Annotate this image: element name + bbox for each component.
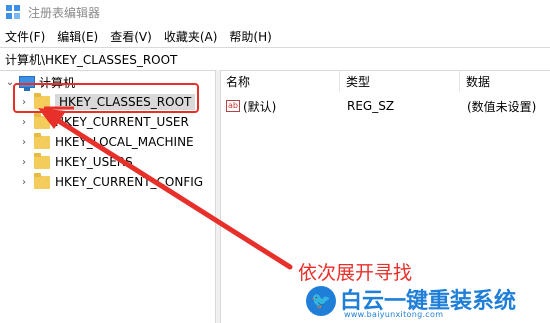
folder-icon (34, 152, 50, 169)
chevron-right-icon[interactable]: › (18, 136, 30, 148)
column-header-data[interactable]: 数据 (460, 70, 550, 92)
address-bar[interactable]: 计算机\HKEY_CLASSES_ROOT (0, 47, 550, 71)
value-name: (默认) (243, 99, 277, 114)
chevron-right-icon[interactable]: › (18, 176, 30, 188)
menu-file[interactable]: 文件(F) (0, 28, 51, 45)
highlight-box (13, 83, 199, 113)
tree-node-hkey-local-machine[interactable]: › HKEY_LOCAL_MACHINE (18, 132, 194, 152)
tree-node-label: HKEY_LOCAL_MACHINE (55, 135, 194, 149)
address-path: 计算机\HKEY_CLASSES_ROOT (5, 53, 178, 67)
tree-node-label: HKEY_CURRENT_CONFIG (55, 175, 204, 189)
value-type: REG_SZ (347, 99, 395, 113)
bird-logo-icon: 🐦 (306, 286, 336, 316)
menu-favorites[interactable]: 收藏夹(A) (158, 28, 224, 45)
value-data: (数值未设置) (467, 99, 537, 114)
chevron-right-icon[interactable]: › (18, 116, 30, 128)
menu-view[interactable]: 查看(V) (104, 28, 158, 45)
folder-icon (34, 132, 50, 149)
value-row-data[interactable]: (数值未设置) (467, 96, 536, 116)
value-row-type[interactable]: REG_SZ (347, 96, 394, 116)
column-header-type[interactable]: 类型 (340, 70, 460, 92)
column-header-label: 数据 (466, 74, 491, 89)
string-value-icon: ab (226, 100, 240, 112)
tree-node-label: HKEY_CURRENT_USER (55, 115, 189, 129)
regedit-app-icon (6, 5, 20, 19)
value-row-name[interactable]: ab (默认) (226, 96, 276, 116)
column-header-name[interactable]: 名称 (220, 70, 340, 92)
menu-edit[interactable]: 编辑(E) (51, 28, 104, 45)
watermark-logo: 🐦 白云一键重装系统 www.baiyunxitong.com (300, 280, 550, 323)
menu-help[interactable]: 帮助(H) (223, 28, 277, 45)
title-bar: 注册表编辑器 (0, 0, 550, 24)
tree-node-label: HKEY_USERS (55, 155, 133, 169)
watermark-url: www.baiyunxitong.com (344, 310, 444, 319)
folder-icon (34, 172, 50, 189)
tree-node-hkey-current-config[interactable]: › HKEY_CURRENT_CONFIG (18, 172, 203, 192)
tree-node-hkey-current-user[interactable]: › HKEY_CURRENT_USER (18, 112, 189, 132)
chevron-right-icon[interactable]: › (18, 156, 30, 168)
tree-node-hkey-users[interactable]: › HKEY_USERS (18, 152, 133, 172)
menu-bar: 文件(F) 编辑(E) 查看(V) 收藏夹(A) 帮助(H) (0, 26, 550, 46)
column-header-label: 类型 (346, 74, 371, 89)
folder-icon (34, 112, 50, 129)
window-title: 注册表编辑器 (28, 6, 101, 20)
column-header-label: 名称 (226, 74, 251, 89)
